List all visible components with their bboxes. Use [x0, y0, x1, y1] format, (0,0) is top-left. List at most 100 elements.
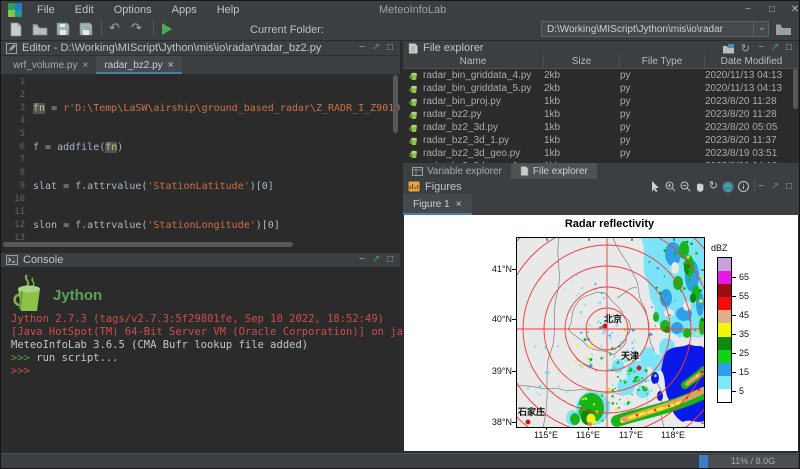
undo-icon[interactable]: ↶	[109, 20, 120, 36]
console-output[interactable]: Jython Jython 2.7.3 (tags/v2.7.3:5f29801…	[1, 267, 400, 453]
window-maximize-button[interactable]: □	[762, 2, 782, 18]
figures-minimize-icon[interactable]: −	[754, 180, 768, 194]
column-filetype[interactable]: File Type	[620, 55, 705, 68]
code-editor[interactable]: 1234567891011121314 fn = r'D:\Temp\LaSW\…	[1, 74, 400, 241]
zoom-out-icon[interactable]	[680, 181, 691, 192]
close-icon[interactable]: ×	[82, 60, 88, 71]
tab-figure-1[interactable]: Figure 1 ×	[403, 194, 472, 215]
file-row[interactable]: radar_bz2_3d.py 1kb py 2023/8/20 05:05	[403, 121, 799, 134]
city-label-shijiazhuang: 石家庄	[517, 406, 545, 417]
menu-edit[interactable]: Edit	[65, 4, 104, 16]
menu-apps[interactable]: Apps	[162, 4, 207, 16]
jython-logo	[11, 273, 47, 315]
browse-folder-icon[interactable]	[775, 23, 792, 36]
current-folder-label: Current Folder:	[250, 24, 324, 36]
y-tick-label: 40°N	[482, 314, 512, 324]
console-prompt[interactable]: >>>	[11, 365, 30, 377]
menu-help[interactable]: Help	[207, 4, 250, 16]
new-file-icon[interactable]	[9, 22, 25, 37]
edit-icon	[6, 43, 17, 54]
toolbar-separator	[153, 22, 154, 36]
file-table-header[interactable]: Name Size File Type Date Modified	[403, 55, 799, 69]
window-minimize-button[interactable]: −	[738, 2, 758, 18]
figures-maximize-icon[interactable]: □	[782, 180, 796, 194]
column-date[interactable]: Date Modified	[705, 55, 798, 68]
meteoinfolab-window: File Edit Options Apps Help MeteoInfoLab…	[0, 0, 800, 469]
editor-vscrollbar[interactable]	[393, 75, 399, 240]
menu-options[interactable]: Options	[104, 4, 162, 16]
colorbar-tick: 65	[739, 272, 749, 282]
column-size[interactable]: Size	[544, 55, 620, 68]
file-explorer-icon	[520, 166, 529, 176]
current-folder-input[interactable]: D:\Working\MIScript\Jython\mis\io\radar	[541, 21, 769, 37]
explorer-tabstrip: Variable explorer File explorer	[403, 163, 799, 180]
console-maximize-icon[interactable]: □	[383, 253, 397, 267]
globe-icon[interactable]	[722, 181, 734, 193]
editor-hscrollbar[interactable]	[1, 241, 400, 248]
file-row[interactable]: radar_bz2_3d_1.py 1kb py 2023/8/20 11:37	[403, 134, 799, 147]
refresh-icon[interactable]: ↻	[741, 42, 750, 55]
tab-file-explorer[interactable]: File explorer	[511, 163, 597, 179]
file-row[interactable]: radar_bin_proj.py 1kb py 2023/8/20 11:28	[403, 95, 799, 108]
file-explorer-titlebar: File explorer ↻ − ↗ □	[403, 41, 799, 56]
figure-tab-bar: Figure 1 ×	[403, 194, 799, 215]
file-explorer-maximize-icon[interactable]: □	[782, 41, 796, 55]
close-icon[interactable]: ×	[456, 199, 462, 210]
file-row[interactable]: radar_bin_griddata_4.py 2kb py 2020/11/1…	[403, 69, 799, 82]
run-script-icon[interactable]	[162, 23, 172, 35]
y-tick-label: 41°N	[482, 264, 512, 274]
console-float-icon[interactable]: ↗	[369, 253, 383, 267]
plot-title: Radar reflectivity	[516, 218, 703, 230]
file-list-vscrollbar[interactable]	[793, 69, 798, 109]
tab-radar-bz2[interactable]: radar_bz2.py ×	[96, 56, 181, 74]
editor-float-icon[interactable]: ↗	[369, 41, 383, 55]
file-row[interactable]: radar_bz2.py 1kb py 2023/8/20 11:28	[403, 108, 799, 121]
file-explorer-minimize-icon[interactable]: −	[754, 41, 768, 55]
memory-indicator[interactable]: 11% / 8.0G	[699, 455, 798, 468]
console-minimize-icon[interactable]: −	[355, 253, 369, 267]
tab-label: Figure 1	[413, 199, 450, 210]
window-close-button[interactable]: ✕	[785, 2, 800, 18]
tab-label: Variable explorer	[427, 166, 502, 177]
info-icon[interactable]	[738, 181, 749, 192]
window-title: MeteoInfoLab	[379, 4, 446, 16]
console-run-line: >>> run script...	[11, 352, 118, 364]
chevron-down-icon[interactable]: ⌄	[753, 21, 770, 37]
tab-variable-explorer[interactable]: Variable explorer	[403, 163, 511, 179]
code-line: slat = f.attrvalue('StationLatitude')[0]	[33, 180, 400, 193]
file-explorer-float-icon[interactable]: ↗	[768, 41, 782, 55]
memory-text: 11% / 8.0G	[708, 455, 798, 468]
cursor-icon[interactable]	[651, 181, 660, 192]
save-icon[interactable]	[56, 22, 72, 37]
python-file-icon	[409, 97, 419, 107]
x-tick-label: 115°E	[526, 430, 566, 440]
set-folder-icon[interactable]	[722, 43, 735, 54]
file-row[interactable]: radar_bin_griddata_5.py 2kb py 2020/11/1…	[403, 82, 799, 95]
colorbar-tick: 5	[739, 386, 744, 396]
radar-map[interactable]: 北京 天津 石家庄	[516, 237, 705, 428]
colorbar-label: dBZ	[711, 243, 728, 253]
python-file-icon	[409, 71, 419, 81]
console-icon	[6, 255, 18, 265]
pan-hand-icon[interactable]	[695, 181, 705, 192]
figures-float-icon[interactable]: ↗	[768, 180, 782, 194]
editor-maximize-icon[interactable]: □	[383, 41, 397, 55]
colorbar-tick: 25	[739, 348, 749, 358]
editor-minimize-icon[interactable]: −	[355, 41, 369, 55]
file-row[interactable]: radar_bz2_3d_geo.py 1kb py 2023/8/19 03:…	[403, 147, 799, 160]
redo-icon[interactable]: ↷	[131, 20, 142, 36]
close-icon[interactable]: ×	[168, 60, 174, 71]
rotate-icon[interactable]: ↻	[709, 181, 718, 192]
menu-file[interactable]: File	[27, 4, 65, 16]
console-banner-line: Jython 2.7.3 (tags/v2.7.3:5f29801fe, Sep…	[11, 313, 384, 325]
column-name[interactable]: Name	[403, 55, 544, 68]
line-numbers-gutter: 1234567891011121314	[1, 76, 25, 241]
open-folder-icon[interactable]	[32, 22, 48, 37]
memory-usage-bar	[699, 455, 708, 468]
save-as-icon[interactable]	[79, 22, 95, 37]
tab-wrf-volume[interactable]: wrf_volume.py ×	[5, 56, 96, 74]
figures-panel-title: Figures	[425, 181, 462, 193]
editor-tab-bar: wrf_volume.py × radar_bz2.py ×	[1, 56, 400, 75]
python-file-icon	[409, 149, 419, 159]
editor-panel-title: Editor - D:\Working\MIScript\Jython\mis\…	[22, 42, 321, 54]
